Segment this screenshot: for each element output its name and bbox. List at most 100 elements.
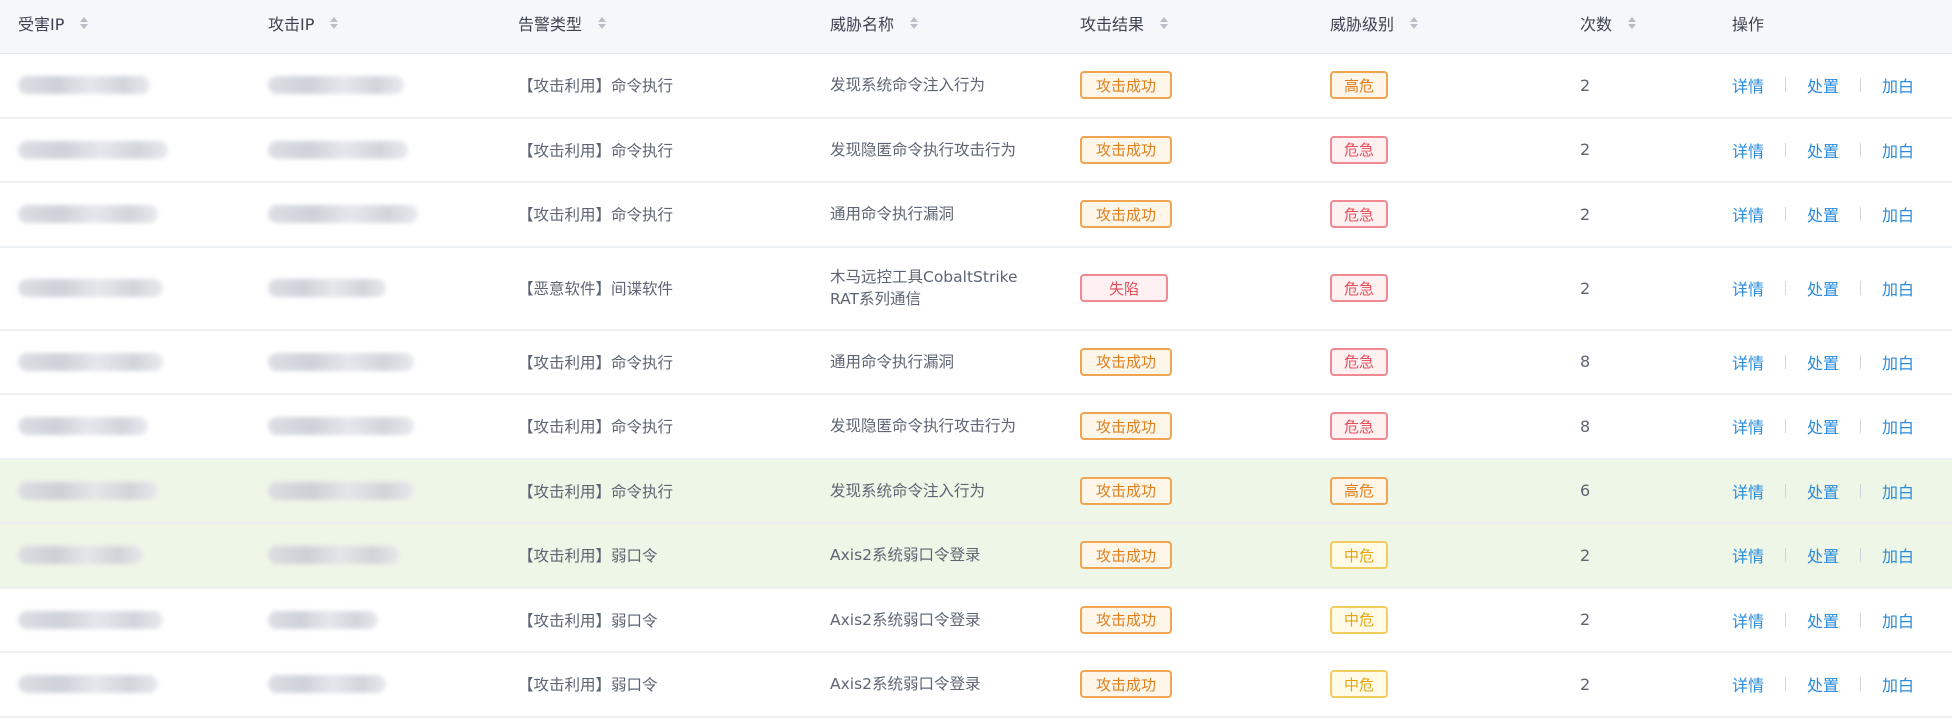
attack-result-cell: 攻击成功 bbox=[1080, 395, 1172, 458]
table-row[interactable]: 【攻击利用】弱口令 Axis2系统弱口令登录 攻击成功 中危 2 详情 处置 加… bbox=[0, 524, 1952, 589]
threat-level-badge: 中危 bbox=[1330, 541, 1388, 570]
column-header-victim-ip[interactable]: 受害IP bbox=[18, 0, 89, 49]
attack-ip-cell bbox=[268, 653, 386, 716]
divider bbox=[1785, 354, 1787, 369]
handle-link[interactable]: 处置 bbox=[1807, 276, 1839, 300]
handle-link[interactable]: 处置 bbox=[1807, 543, 1839, 567]
handle-link[interactable]: 处置 bbox=[1807, 608, 1839, 632]
column-label: 威胁级别 bbox=[1330, 14, 1395, 34]
attack-result-badge: 失陷 bbox=[1080, 274, 1168, 302]
detail-link[interactable]: 详情 bbox=[1732, 414, 1764, 438]
attack-ip-cell bbox=[268, 460, 414, 523]
alert-type-cell: 【恶意软件】间谍软件 bbox=[518, 248, 673, 329]
handle-link[interactable]: 处置 bbox=[1807, 479, 1839, 503]
sort-icon[interactable] bbox=[910, 16, 919, 29]
redacted-ip bbox=[268, 352, 414, 371]
handle-link[interactable]: 处置 bbox=[1807, 672, 1839, 696]
table-row[interactable]: 【攻击利用】命令执行 发现系统命令注入行为 攻击成功 高危 6 详情 处置 加白 bbox=[0, 459, 1952, 524]
whitelist-link[interactable]: 加白 bbox=[1882, 350, 1914, 374]
detail-link[interactable]: 详情 bbox=[1732, 672, 1764, 696]
sort-icon[interactable] bbox=[80, 16, 89, 29]
actions-cell: 详情 处置 加白 bbox=[1732, 460, 1914, 523]
detail-link[interactable]: 详情 bbox=[1732, 138, 1764, 162]
sort-icon[interactable] bbox=[1410, 16, 1419, 29]
column-label: 攻击IP bbox=[268, 14, 315, 34]
column-label: 告警类型 bbox=[518, 14, 583, 34]
table-row[interactable]: 【攻击利用】弱口令 Axis2系统弱口令登录 攻击成功 中危 2 详情 处置 加… bbox=[0, 588, 1952, 653]
attack-ip-cell bbox=[268, 589, 378, 652]
threat-level-badge: 高危 bbox=[1330, 476, 1388, 505]
column-header-threat-level[interactable]: 威胁级别 bbox=[1330, 0, 1419, 49]
table-row[interactable]: 【攻击利用】命令执行 发现隐匿命令执行攻击行为 攻击成功 危急 8 详情 处置 … bbox=[0, 395, 1952, 460]
column-header-count[interactable]: 次数 bbox=[1580, 0, 1637, 49]
count-value: 6 bbox=[1580, 481, 1591, 501]
detail-link[interactable]: 详情 bbox=[1732, 73, 1764, 97]
threat-name: 发现隐匿命令执行攻击行为 bbox=[830, 417, 1017, 436]
alert-type: 【攻击利用】命令执行 bbox=[518, 418, 674, 437]
attack-ip-cell bbox=[268, 248, 386, 329]
count-cell: 6 bbox=[1580, 460, 1590, 523]
alert-type-cell: 【攻击利用】弱口令 bbox=[518, 589, 658, 652]
alert-type: 【攻击利用】弱口令 bbox=[518, 676, 658, 695]
table-row[interactable]: 【攻击利用】命令执行 发现隐匿命令执行攻击行为 攻击成功 危急 2 详情 处置 … bbox=[0, 118, 1952, 183]
victim-ip-cell bbox=[18, 395, 148, 458]
whitelist-link[interactable]: 加白 bbox=[1882, 138, 1914, 162]
alert-type: 【恶意软件】间谍软件 bbox=[518, 280, 674, 298]
sort-icon[interactable] bbox=[1160, 16, 1169, 29]
table-row[interactable]: 【攻击利用】弱口令 Axis2系统弱口令登录 攻击成功 中危 2 详情 处置 加… bbox=[0, 653, 1952, 718]
sort-icon[interactable] bbox=[598, 16, 607, 29]
sort-icon[interactable] bbox=[330, 16, 339, 29]
threat-name-cell: 木马远控工具CobaltStrike RAT系列通信 bbox=[830, 248, 1050, 329]
attack-result-cell: 攻击成功 bbox=[1080, 183, 1172, 246]
handle-link[interactable]: 处置 bbox=[1807, 138, 1839, 162]
threat-name-cell: Axis2系统弱口令登录 bbox=[830, 524, 1050, 587]
redacted-ip bbox=[268, 546, 400, 565]
count-cell: 2 bbox=[1580, 54, 1590, 117]
column-header-attack-ip[interactable]: 攻击IP bbox=[268, 0, 339, 49]
whitelist-link[interactable]: 加白 bbox=[1882, 479, 1914, 503]
whitelist-link[interactable]: 加白 bbox=[1882, 73, 1914, 97]
detail-link[interactable]: 详情 bbox=[1732, 479, 1764, 503]
whitelist-link[interactable]: 加白 bbox=[1882, 276, 1914, 300]
actions-cell: 详情 处置 加白 bbox=[1732, 331, 1914, 394]
detail-link[interactable]: 详情 bbox=[1732, 350, 1764, 374]
attack-result-cell: 攻击成功 bbox=[1080, 119, 1172, 182]
count-cell: 8 bbox=[1580, 331, 1590, 394]
sort-icon[interactable] bbox=[1628, 16, 1637, 29]
whitelist-link[interactable]: 加白 bbox=[1882, 543, 1914, 567]
threat-name: 发现隐匿命令执行攻击行为 bbox=[830, 140, 1017, 159]
handle-link[interactable]: 处置 bbox=[1807, 350, 1839, 374]
redacted-ip bbox=[18, 352, 163, 371]
attack-result-cell: 攻击成功 bbox=[1080, 653, 1172, 716]
detail-link[interactable]: 详情 bbox=[1732, 276, 1764, 300]
attack-result-badge: 攻击成功 bbox=[1080, 412, 1172, 441]
table-row[interactable]: 【恶意软件】间谍软件 木马远控工具CobaltStrike RAT系列通信 失陷… bbox=[0, 247, 1952, 331]
attack-result-cell: 攻击成功 bbox=[1080, 331, 1172, 394]
count-value: 8 bbox=[1580, 352, 1591, 372]
handle-link[interactable]: 处置 bbox=[1807, 73, 1839, 97]
threat-level-cell: 中危 bbox=[1330, 589, 1388, 652]
threat-name: 发现系统命令注入行为 bbox=[830, 481, 986, 500]
column-label: 受害IP bbox=[18, 14, 65, 34]
detail-link[interactable]: 详情 bbox=[1732, 608, 1764, 632]
handle-link[interactable]: 处置 bbox=[1807, 202, 1839, 226]
handle-link[interactable]: 处置 bbox=[1807, 414, 1839, 438]
alert-type-cell: 【攻击利用】命令执行 bbox=[518, 183, 673, 246]
alert-type: 【攻击利用】命令执行 bbox=[518, 77, 674, 96]
alerts-table: 受害IP 攻击IP 告警类型 威胁名称 攻击结果 威胁级别 次数 操作 【攻击利… bbox=[0, 0, 1952, 718]
whitelist-link[interactable]: 加白 bbox=[1882, 414, 1914, 438]
table-row[interactable]: 【攻击利用】命令执行 通用命令执行漏洞 攻击成功 危急 2 详情 处置 加白 bbox=[0, 183, 1952, 248]
threat-name-cell: Axis2系统弱口令登录 bbox=[830, 653, 1050, 716]
count-value: 2 bbox=[1580, 545, 1591, 565]
table-row[interactable]: 【攻击利用】命令执行 通用命令执行漏洞 攻击成功 危急 8 详情 处置 加白 bbox=[0, 330, 1952, 395]
detail-link[interactable]: 详情 bbox=[1732, 202, 1764, 226]
column-header-alert-type[interactable]: 告警类型 bbox=[518, 0, 607, 49]
whitelist-link[interactable]: 加白 bbox=[1882, 672, 1914, 696]
table-row[interactable]: 【攻击利用】命令执行 发现系统命令注入行为 攻击成功 高危 2 详情 处置 加白 bbox=[0, 54, 1952, 119]
column-header-threat-name[interactable]: 威胁名称 bbox=[830, 0, 919, 49]
detail-link[interactable]: 详情 bbox=[1732, 543, 1764, 567]
count-cell: 2 bbox=[1580, 248, 1590, 329]
column-header-attack-result[interactable]: 攻击结果 bbox=[1080, 0, 1169, 49]
whitelist-link[interactable]: 加白 bbox=[1882, 608, 1914, 632]
whitelist-link[interactable]: 加白 bbox=[1882, 202, 1914, 226]
